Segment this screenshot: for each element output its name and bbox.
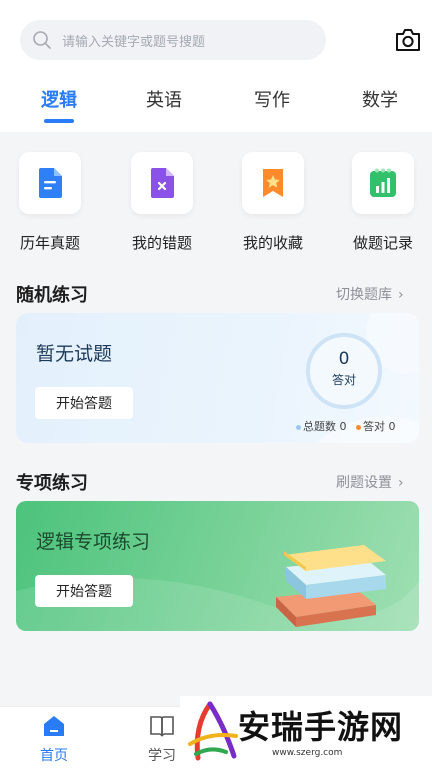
books-illustration bbox=[276, 545, 386, 627]
tab-logic[interactable]: 逻辑 bbox=[24, 86, 94, 112]
switch-bank-link[interactable]: 切换题库 › bbox=[336, 284, 404, 304]
nav-home[interactable]: 首页 bbox=[24, 715, 84, 765]
random-practice-title: 随机练习 bbox=[16, 285, 88, 306]
correct-count-stat: 答对 0 bbox=[363, 420, 396, 433]
correct-dot bbox=[356, 424, 361, 430]
quick-past-papers[interactable]: 历年真题 bbox=[15, 152, 85, 253]
book-icon bbox=[150, 716, 174, 737]
start-topic-button[interactable]: 开始答题 bbox=[35, 575, 133, 607]
quick-favorites[interactable]: 我的收藏 bbox=[238, 152, 308, 253]
switch-bank-label: 切换题库 bbox=[336, 287, 392, 303]
quick-label: 做题记录 bbox=[352, 234, 413, 252]
quick-tile bbox=[19, 152, 81, 214]
quick-label: 我的错题 bbox=[131, 234, 192, 252]
correct-count-label: 答对 bbox=[331, 373, 356, 387]
topic-practice-card: 逻辑专项练习 开始答题 bbox=[16, 501, 419, 631]
topic-card-title: 逻辑专项练习 bbox=[36, 531, 151, 553]
chevron-right-icon: › bbox=[398, 287, 404, 303]
active-tab-indicator bbox=[44, 119, 74, 123]
quick-wrong-questions[interactable]: 我的错题 bbox=[127, 152, 197, 253]
top-header: 请输入关键字或题号搜题 逻辑 英语 写作 数学 bbox=[0, 0, 432, 132]
total-count: 总题数 0 bbox=[303, 420, 347, 433]
random-practice-card: 暂无试题 开始答题 0 答对 总题数 0 答对 0 bbox=[16, 313, 419, 443]
correct-count-ring: 0 答对 bbox=[306, 333, 382, 409]
document-icon bbox=[39, 168, 62, 198]
watermark: 安瑞手游网 www.szerg.com bbox=[180, 696, 432, 768]
category-tabs: 逻辑 英语 写作 数学 bbox=[0, 86, 432, 126]
watermark-text: 安瑞手游网 bbox=[238, 708, 404, 746]
chevron-right-icon: › bbox=[398, 475, 404, 491]
start-answer-button[interactable]: 开始答题 bbox=[35, 387, 133, 419]
record-chart-icon bbox=[370, 168, 396, 197]
home-icon bbox=[44, 716, 64, 736]
search-placeholder: 请输入关键字或题号搜题 bbox=[62, 34, 206, 50]
quick-tile bbox=[242, 152, 304, 214]
bookmark-star-icon bbox=[263, 169, 283, 197]
quick-practice-history[interactable]: 做题记录 bbox=[348, 152, 418, 253]
correct-count: 0 bbox=[338, 349, 350, 369]
total-dot bbox=[296, 424, 301, 430]
random-card-title: 暂无试题 bbox=[36, 343, 113, 365]
quick-label: 历年真题 bbox=[19, 234, 80, 252]
camera-icon[interactable] bbox=[394, 27, 422, 53]
quick-tile bbox=[352, 152, 414, 214]
practice-settings-link[interactable]: 刷题设置 › bbox=[336, 472, 404, 492]
tab-writing[interactable]: 写作 bbox=[237, 86, 307, 112]
search-bar[interactable]: 请输入关键字或题号搜题 bbox=[20, 20, 326, 60]
wrong-file-icon bbox=[151, 168, 174, 198]
answer-stats: 总题数 0 答对 0 bbox=[296, 418, 396, 434]
tab-english[interactable]: 英语 bbox=[129, 86, 199, 112]
watermark-url: www.szerg.com bbox=[272, 748, 343, 758]
topic-practice-title: 专项练习 bbox=[16, 473, 88, 494]
search-icon bbox=[33, 31, 51, 49]
quick-label: 我的收藏 bbox=[242, 234, 303, 252]
quick-tile bbox=[131, 152, 193, 214]
tab-math[interactable]: 数学 bbox=[345, 86, 415, 112]
practice-settings-label: 刷题设置 bbox=[336, 475, 392, 491]
watermark-logo bbox=[188, 701, 238, 761]
nav-home-label: 首页 bbox=[40, 748, 68, 764]
